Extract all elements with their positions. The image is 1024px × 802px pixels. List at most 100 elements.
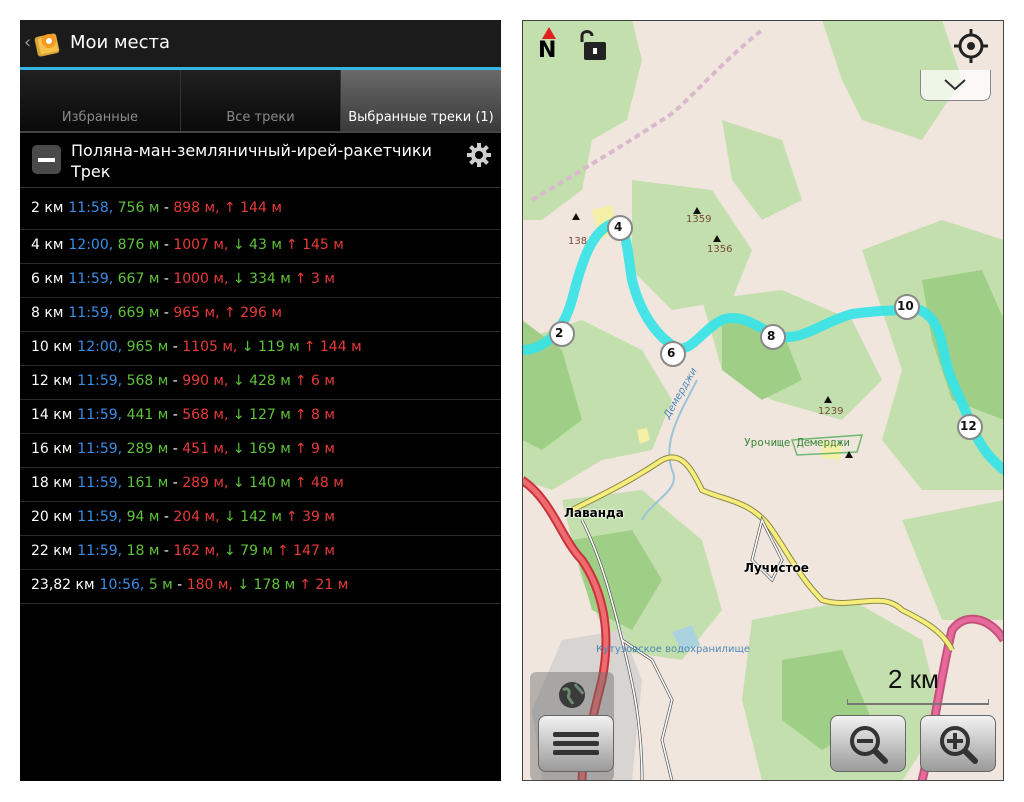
zoom-in-icon (940, 726, 978, 764)
tab-all-tracks[interactable]: Все треки (181, 70, 341, 131)
separator: , (223, 441, 233, 457)
segment-elevation: 289 м (126, 441, 169, 457)
segment-row[interactable]: 14 км 11:59, 441 м - 568 м, ↓ 127 м ↑ 8 м (20, 399, 501, 434)
separator: - (159, 271, 174, 287)
segment-descent: ↓ 79 м (223, 543, 273, 559)
segment-row[interactable]: 4 км 12:00, 876 м - 1007 м, ↓ 43 м ↑ 145 м (20, 229, 501, 264)
km-marker-2: 2 (555, 326, 564, 340)
segment-row[interactable]: 6 км 11:59, 667 м - 1000 м, ↓ 334 м ↑ 3 м (20, 263, 501, 298)
separator: , (108, 237, 118, 253)
lock-open-icon[interactable] (574, 28, 610, 62)
segment-descent: ↓ 428 м (232, 373, 291, 389)
my-places-screen: ‹ Мои места Избранные Все треки Выбранны… (20, 20, 501, 781)
segment-distance: 2 км (31, 200, 64, 216)
segment-text: 22 км 11:59, 18 м - 162 м, ↓ 79 м ↑ 147 м (31, 543, 335, 559)
segment-distance: 12 км (31, 373, 73, 389)
remove-track-button[interactable] (32, 145, 61, 174)
segment-time: 11:59 (77, 407, 118, 423)
separator: , (117, 475, 127, 491)
separator: - (168, 475, 183, 491)
segment-elevation: 568 м (126, 373, 169, 389)
segment-descent: ↓ 43 м (232, 237, 282, 253)
segment-text: 20 км 11:59, 94 м - 204 м, ↓ 142 м ↑ 39 м (31, 509, 335, 525)
my-location-icon[interactable] (953, 28, 989, 64)
separator: - (159, 200, 174, 216)
segment-max-elevation: 990 м (182, 373, 224, 389)
km-marker-4: 4 (614, 220, 623, 234)
segment-row[interactable]: 8 км 11:59, 669 м - 965 м, ↑ 296 м (20, 297, 501, 332)
zoom-in-button[interactable] (920, 715, 996, 772)
segment-elevation: 669 м (117, 305, 160, 321)
segment-max-elevation: 568 м (182, 407, 224, 423)
segment-row[interactable]: 12 км 11:59, 568 м - 990 м, ↓ 428 м ↑ 6 м (20, 365, 501, 400)
expand-panel-button[interactable] (920, 70, 991, 101)
segment-distance: 16 км (31, 441, 73, 457)
separator: - (159, 543, 174, 559)
tab-label: Все треки (226, 110, 295, 125)
segment-distance: 20 км (31, 509, 73, 525)
segment-elevation: 94 м (126, 509, 160, 525)
segment-descent: ↓ 140 м (232, 475, 291, 491)
segment-elevation: 965 м (126, 339, 169, 355)
separator: , (232, 339, 242, 355)
map-view[interactable]: 2 4 6 8 10 12 138 1359 1356 1239 Демердж… (522, 20, 1004, 781)
separator: , (215, 509, 224, 525)
segment-row[interactable]: 22 км 11:59, 18 м - 162 м, ↓ 79 м ↑ 147 м (20, 535, 501, 570)
segment-descent: ↓ 178 м (237, 577, 296, 593)
segment-row[interactable]: 18 км 11:59, 161 м - 289 м, ↓ 140 м ↑ 48 м (20, 467, 501, 502)
tab-selected-tracks[interactable]: Выбранные треки (1) (341, 70, 501, 131)
segment-distance: 22 км (31, 543, 73, 559)
segment-elevation: 161 м (126, 475, 169, 491)
segment-ascent: ↑ 296 м (223, 305, 282, 321)
segment-row[interactable]: 2 км 11:58, 756 м - 898 м, ↑ 144 м (20, 187, 501, 230)
segment-text: 2 км 11:58, 756 м - 898 м, ↑ 144 м (31, 200, 282, 216)
separator: , (108, 271, 118, 287)
segment-row[interactable]: 16 км 11:59, 289 м - 451 м, ↓ 169 м ↑ 9 м (20, 433, 501, 468)
separator: - (172, 577, 187, 593)
segment-descent: ↓ 127 м (232, 407, 291, 423)
separator: - (168, 339, 183, 355)
segment-distance: 23,82 км (31, 577, 95, 593)
segment-row[interactable]: 10 км 12:00, 965 м - 1105 м, ↓ 119 м ↑ 144… (20, 331, 501, 366)
km-marker-12: 12 (960, 419, 977, 433)
segment-distance: 10 км (31, 339, 73, 355)
segment-descent: ↓ 334 м (232, 271, 291, 287)
tab-label: Выбранные треки (1) (348, 110, 494, 125)
segment-ascent: ↑ 9 м (294, 441, 335, 457)
separator: , (117, 543, 127, 559)
segment-distance: 6 км (31, 271, 64, 287)
app-icon[interactable] (33, 29, 63, 59)
segment-max-elevation: 451 м (182, 441, 224, 457)
menu-button[interactable] (538, 715, 614, 772)
segment-row[interactable]: 23,82 км 10:56, 5 м - 180 м, ↓ 178 м ↑ 21 … (20, 569, 501, 604)
separator: , (117, 441, 127, 457)
segment-max-elevation: 898 м (173, 200, 216, 216)
tab-favorites[interactable]: Избранные (20, 70, 181, 131)
separator: - (159, 509, 174, 525)
peak-label: 1356 (707, 244, 733, 255)
segment-time: 11:59 (68, 305, 109, 321)
segment-distance: 18 км (31, 475, 73, 491)
separator: - (159, 305, 174, 321)
separator: , (215, 305, 224, 321)
peak-label: 1359 (686, 214, 712, 225)
segment-max-elevation: 180 м (186, 577, 229, 593)
segment-distance: 14 км (31, 407, 73, 423)
tab-bar: Избранные Все треки Выбранные треки (1) (20, 70, 501, 131)
segment-text: 18 км 11:59, 161 м - 289 м, ↓ 140 м ↑ 48 м (31, 475, 344, 491)
segment-row[interactable]: 20 км 11:59, 94 м - 204 м, ↓ 142 м ↑ 39 м (20, 501, 501, 536)
village-label: Лаванда (564, 506, 624, 520)
separator: , (139, 577, 149, 593)
back-arrow-icon[interactable]: ‹ (24, 32, 31, 53)
separator: , (117, 509, 127, 525)
segment-text: 23,82 км 10:56, 5 м - 180 м, ↓ 178 м ↑ 21 … (31, 577, 348, 593)
segment-descent: ↓ 142 м (223, 509, 282, 525)
settings-icon[interactable] (466, 142, 492, 168)
screen-title: Мои места (70, 32, 171, 53)
separator: - (168, 441, 183, 457)
segment-time: 11:59 (77, 373, 118, 389)
separator: , (228, 577, 238, 593)
separator: , (108, 305, 118, 321)
zoom-out-button[interactable] (830, 715, 906, 772)
globe-icon[interactable] (555, 678, 589, 712)
